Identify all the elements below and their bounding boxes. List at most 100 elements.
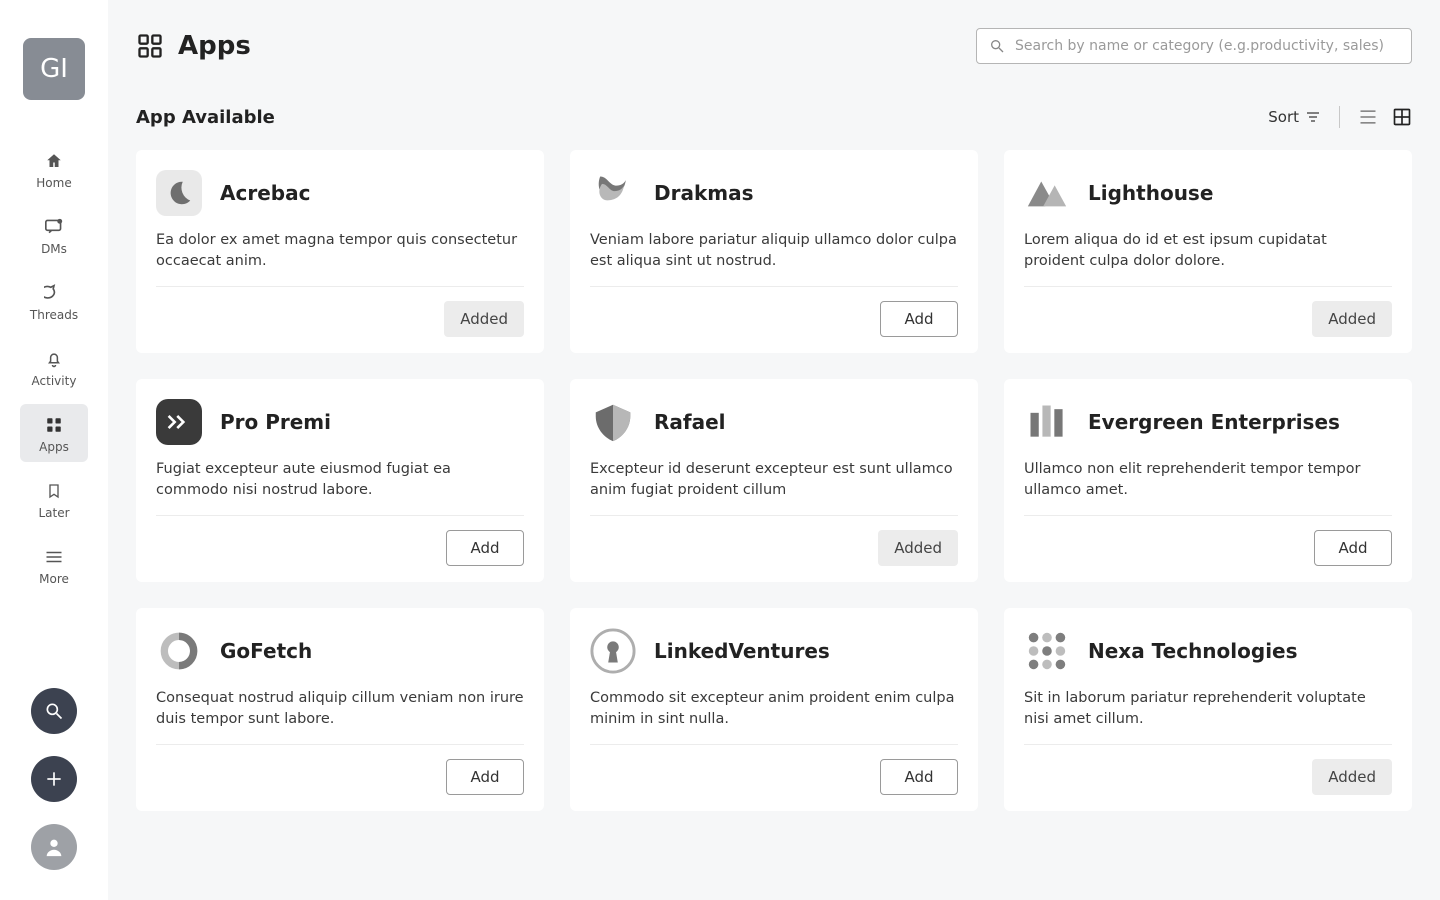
app-card: Rafael Excepteur id deserunt excepteur es… [570,379,978,582]
grid-view-button[interactable] [1392,107,1412,127]
app-description: Lorem aliqua do id et est ipsum cupidata… [1024,230,1392,287]
home-icon [43,150,65,172]
card-foot: Add [590,745,958,795]
app-card: Acrebac Ea dolor ex amet magna tempor qui… [136,150,544,353]
add-button[interactable]: Add [446,759,524,795]
apps-grid-icon [136,32,164,60]
card-head: Acrebac [156,170,524,216]
app-card: Nexa Technologies Sit in laborum pariatur… [1004,608,1412,811]
sidebar-item-dms[interactable]: DMs [20,206,88,264]
sidebar-item-more[interactable]: More [20,536,88,594]
app-logo-icon [1024,628,1070,674]
card-head: Nexa Technologies [1024,628,1392,674]
list-view-button[interactable] [1358,107,1378,127]
app-card: Lighthouse Lorem aliqua do id et est ipsu… [1004,150,1412,353]
app-name: Nexa Technologies [1088,639,1298,663]
topbar: Apps [136,28,1412,64]
app-name: LinkedVentures [654,639,830,663]
card-head: Rafael [590,399,958,445]
primary-nav: Home DMs Threads Activity [0,140,108,594]
app-description: Ea dolor ex amet magna tempor quis conse… [156,230,524,287]
app-logo-icon [1024,399,1070,445]
filter-icon [1305,110,1321,124]
bookmark-icon [43,480,65,502]
add-button[interactable]: Add [1314,530,1392,566]
card-head: Pro Premi [156,399,524,445]
add-button[interactable]: Add [880,301,958,337]
sidebar-item-activity[interactable]: Activity [20,338,88,396]
app-logo-icon [156,170,202,216]
sort-label: Sort [1268,108,1299,126]
search-input[interactable] [1013,37,1399,55]
app-name: Drakmas [654,181,754,205]
apps-icon [43,414,65,436]
page-title-wrap: Apps [136,31,251,61]
app-description: Commodo sit excepteur anim proident enim… [590,688,958,745]
sidebar-item-apps[interactable]: Apps [20,404,88,462]
sidebar-item-label: Home [36,176,71,190]
view-toggle [1358,107,1412,127]
app-card: Pro Premi Fugiat excepteur aute eiusmod f… [136,379,544,582]
card-head: LinkedVentures [590,628,958,674]
sidebar-item-later[interactable]: Later [20,470,88,528]
app-logo-icon [156,628,202,674]
card-head: Evergreen Enterprises [1024,399,1392,445]
card-foot: Added [156,287,524,337]
app-card: Drakmas Veniam labore pariatur aliquip ul… [570,150,978,353]
app-name: Evergreen Enterprises [1088,410,1340,434]
app-description: Ullamco non elit reprehenderit tempor te… [1024,459,1392,516]
app-name: GoFetch [220,639,312,663]
chat-icon [43,216,65,238]
added-button[interactable]: Added [1312,759,1392,795]
workspace-avatar[interactable]: GI [23,38,85,100]
sidebar-item-label: Threads [30,308,78,322]
sidebar: GI Home DMs Threads [0,0,108,900]
global-search-button[interactable] [31,688,77,734]
app-description: Fugiat excepteur aute eiusmod fugiat ea … [156,459,524,516]
main-content: Apps App Available Sort [108,0,1440,900]
sidebar-item-label: More [39,572,69,586]
app-description: Veniam labore pariatur aliquip ullamco d… [590,230,958,287]
app-name: Rafael [654,410,726,434]
app-logo-icon [590,170,636,216]
sidebar-bottom [31,688,77,870]
sidebar-item-label: Activity [32,374,77,388]
sidebar-item-threads[interactable]: Threads [20,272,88,330]
app-logo-icon [590,399,636,445]
app-description: Sit in laborum pariatur reprehenderit vo… [1024,688,1392,745]
app-logo-icon [590,628,636,674]
app-name: Lighthouse [1088,181,1213,205]
added-button[interactable]: Added [444,301,524,337]
search-box[interactable] [976,28,1412,64]
compose-button[interactable] [31,756,77,802]
card-head: Lighthouse [1024,170,1392,216]
divider [1339,106,1340,128]
sidebar-item-label: Later [38,506,69,520]
search-icon [989,38,1005,54]
card-foot: Add [156,516,524,566]
add-button[interactable]: Add [446,530,524,566]
user-avatar-button[interactable] [31,824,77,870]
app-card: LinkedVentures Commodo sit excepteur anim… [570,608,978,811]
card-foot: Add [590,287,958,337]
added-button[interactable]: Added [1312,301,1392,337]
added-button[interactable]: Added [878,530,958,566]
app-description: Excepteur id deserunt excepteur est sunt… [590,459,958,516]
sort-button[interactable]: Sort [1268,108,1321,126]
app-name: Pro Premi [220,410,331,434]
app-card: Evergreen Enterprises Ullamco non elit re… [1004,379,1412,582]
app-description: Consequat nostrud aliquip cillum veniam … [156,688,524,745]
app-grid: Acrebac Ea dolor ex amet magna tempor qui… [136,150,1412,811]
card-foot: Add [156,745,524,795]
app-logo-icon [156,399,202,445]
page-title: Apps [178,31,251,61]
card-head: GoFetch [156,628,524,674]
add-button[interactable]: Add [880,759,958,795]
app-logo-icon [1024,170,1070,216]
section-header: App Available Sort [136,106,1412,128]
sidebar-item-home[interactable]: Home [20,140,88,198]
card-foot: Add [1024,516,1392,566]
threads-icon [43,282,65,304]
sidebar-item-label: Apps [39,440,69,454]
card-foot: Added [1024,287,1392,337]
